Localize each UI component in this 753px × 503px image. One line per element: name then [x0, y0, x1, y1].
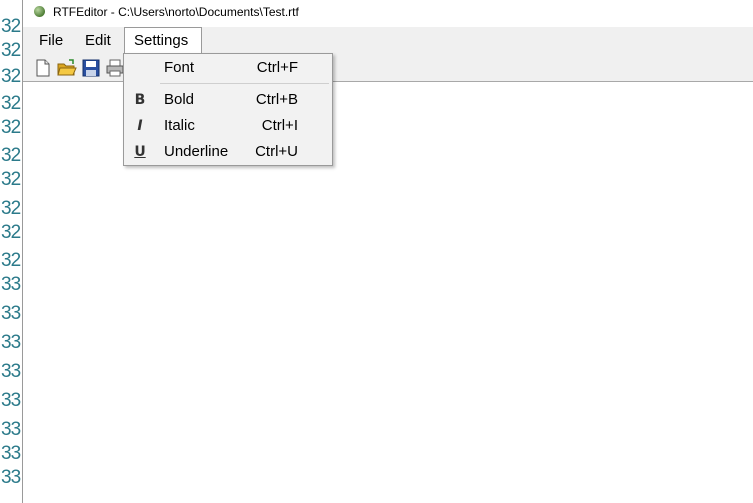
menu-separator [160, 83, 329, 84]
menu-edit[interactable]: Edit [76, 27, 120, 54]
menu-item-label: Font [164, 59, 195, 76]
menu-item-font[interactable]: Font Ctrl+F [124, 55, 332, 81]
line-number: 33 [1, 390, 21, 411]
line-number: 33 [1, 303, 21, 324]
line-number: 33 [1, 467, 21, 488]
line-number: 32 [1, 117, 21, 138]
menu-item-shortcut: Ctrl+U [255, 143, 298, 160]
menu-item-shortcut: Ctrl+B [255, 91, 298, 108]
line-number: 32 [1, 198, 21, 219]
italic-icon: I [137, 118, 143, 134]
menu-item-label: Underline [164, 143, 229, 160]
line-number: 33 [1, 443, 21, 464]
window-title: RTFEditor - C:\Users\norto\Documents\Tes… [53, 5, 299, 19]
menu-bar: File Edit Settings [23, 27, 753, 54]
save-disk-icon[interactable] [81, 58, 101, 78]
line-number: 33 [1, 361, 21, 382]
menu-item-bold[interactable]: B Bold Ctrl+B [124, 87, 332, 113]
menu-item-underline[interactable]: U Underline Ctrl+U [124, 139, 332, 165]
background-window-strip: 32 32 32 32 32 32 32 32 32 32 33 33 33 3… [0, 0, 22, 503]
line-number: 32 [1, 250, 21, 271]
line-number: 32 [1, 222, 21, 243]
menu-settings[interactable]: Settings [124, 27, 202, 54]
line-number: 33 [1, 419, 21, 440]
settings-dropdown-menu: Font Ctrl+F B Bold Ctrl+B I Italic Ctrl+… [123, 53, 333, 166]
open-folder-icon[interactable] [57, 58, 77, 78]
app-icon [34, 6, 45, 17]
menu-item-shortcut: Ctrl+I [261, 117, 298, 134]
print-icon[interactable] [105, 58, 125, 78]
underline-icon: U [134, 144, 146, 160]
line-number: 32 [1, 93, 21, 114]
line-number: 32 [1, 40, 21, 61]
line-number: 33 [1, 274, 21, 295]
line-number: 32 [1, 145, 21, 166]
new-document-icon[interactable] [33, 58, 53, 78]
menu-file[interactable]: File [30, 27, 72, 54]
menu-item-label: Italic [164, 117, 195, 134]
menu-item-label: Bold [164, 91, 195, 108]
menu-item-italic[interactable]: I Italic Ctrl+I [124, 113, 332, 139]
menu-item-shortcut: Ctrl+F [256, 59, 298, 76]
title-bar[interactable]: RTFEditor - C:\Users\norto\Documents\Tes… [23, 0, 753, 24]
bold-icon: B [134, 92, 146, 108]
line-number: 32 [1, 16, 21, 37]
line-number: 32 [1, 169, 21, 190]
line-number: 33 [1, 332, 21, 353]
line-number: 32 [1, 66, 21, 87]
